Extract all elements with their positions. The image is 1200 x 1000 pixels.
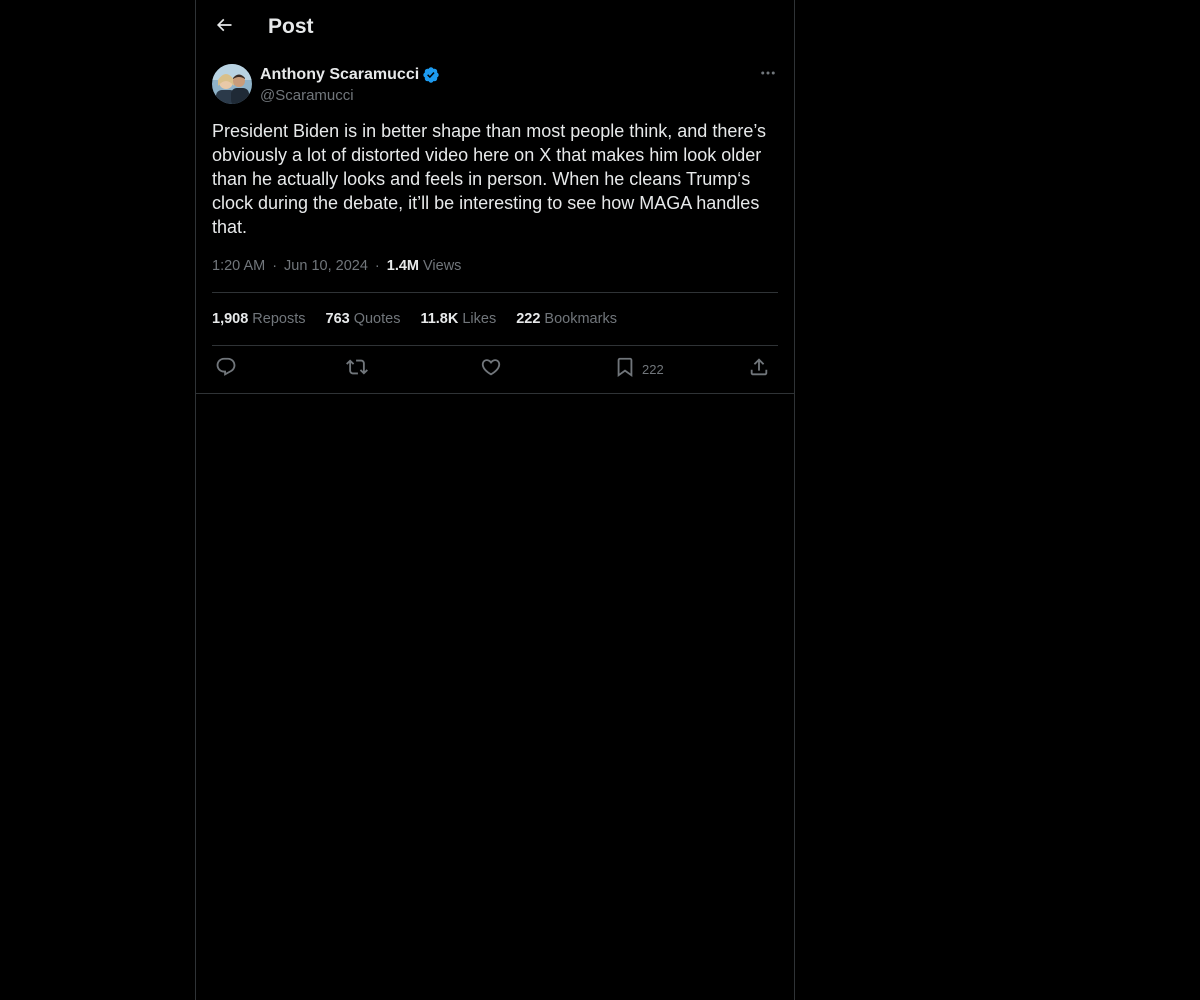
views-label: Views <box>423 258 462 274</box>
post-stats: 1,908 Reposts 763 Quotes 11.8K Likes 222 Boo… <box>212 309 637 329</box>
views-count: 1.4M <box>386 258 419 274</box>
stat-bookmarks-label: Bookmarks <box>544 311 617 327</box>
back-button[interactable] <box>210 13 238 41</box>
more-dots-icon <box>759 64 777 87</box>
verified-badge-icon[interactable] <box>422 66 440 84</box>
action-bar: 222 <box>212 355 778 383</box>
author-handle[interactable]: @Scaramucci <box>260 86 440 106</box>
post-time[interactable]: 1:20 AM <box>212 256 265 276</box>
author-block: Anthony Scaramucci @Scaramucci <box>260 64 440 108</box>
stat-bookmarks-count: 222 <box>516 311 541 327</box>
divider <box>212 345 778 346</box>
repost-button[interactable] <box>346 355 368 383</box>
divider <box>196 393 794 394</box>
like-button[interactable] <box>480 355 502 383</box>
stat-quotes-count: 763 <box>325 311 350 327</box>
stat-reposts-label: Reposts <box>252 311 306 327</box>
reply-icon <box>215 356 237 383</box>
share-button[interactable] <box>748 355 770 383</box>
page-title: Post <box>268 15 314 38</box>
avatar[interactable] <box>212 64 252 104</box>
main-column: Post Anthony Scaramucci @Scaramucci Pres… <box>195 0 795 1000</box>
stat-quotes-label: Quotes <box>353 311 401 327</box>
stat-quotes[interactable]: 763 Quotes <box>326 309 401 329</box>
heart-icon <box>480 356 502 383</box>
meta-separator: · <box>272 258 278 274</box>
divider <box>212 292 778 293</box>
stat-reposts-count: 1,908 <box>212 311 249 327</box>
share-icon <box>748 356 770 383</box>
bookmark-icon <box>614 356 636 383</box>
stat-likes-count: 11.8K <box>420 311 459 327</box>
more-options-button[interactable] <box>756 64 780 86</box>
stat-reposts[interactable]: 1,908 Reposts <box>212 309 306 329</box>
bookmark-button[interactable]: 222 <box>614 355 664 383</box>
post-date[interactable]: Jun 10, 2024 <box>284 256 368 276</box>
stat-likes[interactable]: 11.8K Likes <box>420 309 496 329</box>
stat-bookmarks[interactable]: 222 Bookmarks <box>516 309 617 329</box>
author-name[interactable]: Anthony Scaramucci <box>260 66 419 84</box>
top-bar: Post <box>196 0 794 53</box>
repost-icon <box>346 356 368 383</box>
author-name-row: Anthony Scaramucci <box>260 64 440 86</box>
stat-likes-label: Likes <box>462 311 497 327</box>
post-meta: 1:20 AM · Jun 10, 2024 · 1.4M Views <box>212 256 461 276</box>
post-text: President Biden is in better shape than … <box>212 121 772 237</box>
arrow-left-icon <box>214 15 234 40</box>
reply-button[interactable] <box>215 355 237 383</box>
bookmark-count: 222 <box>642 361 664 377</box>
meta-separator: · <box>374 258 380 274</box>
